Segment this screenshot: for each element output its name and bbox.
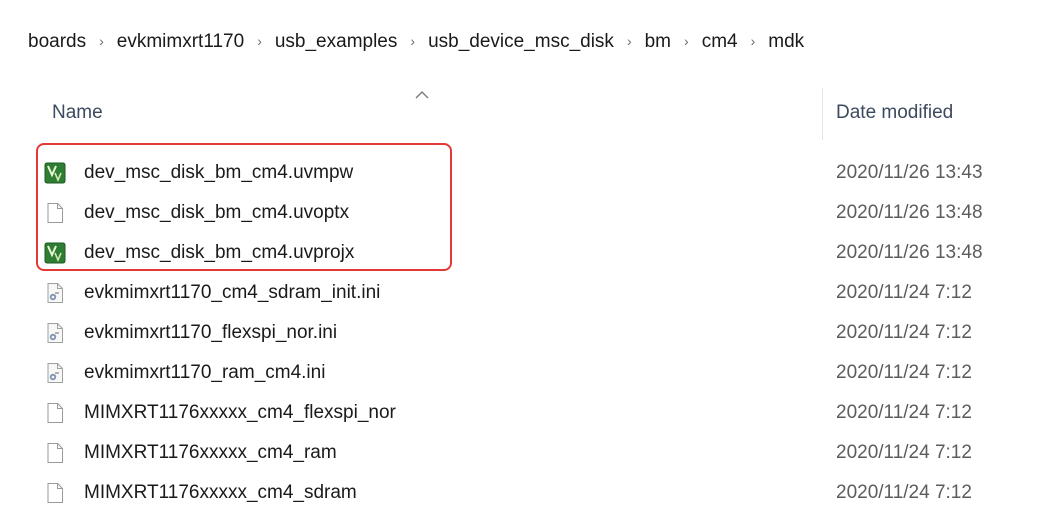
breadcrumb-item-evkmimxrt1170[interactable]: evkmimxrt1170 [117,31,244,53]
file-row[interactable]: dev_msc_disk_bm_cm4.uvoptx 2020/11/26 13:… [0,193,1047,233]
file-date-modified: 2020/11/26 13:48 [836,202,983,223]
file-name[interactable]: dev_msc_disk_bm_cm4.uvoptx [84,202,349,224]
blank-file-icon [44,482,66,504]
breadcrumb-separator-icon: › [684,33,689,49]
blank-file-icon [44,202,66,224]
file-name[interactable]: dev_msc_disk_bm_cm4.uvmpw [84,162,353,184]
file-name[interactable]: MIMXRT1176xxxxx_cm4_sdram [84,482,357,504]
file-date-modified: 2020/11/24 7:12 [836,482,972,503]
file-date-modified: 2020/11/26 13:43 [836,162,983,183]
file-name[interactable]: evkmimxrt1170_cm4_sdram_init.ini [84,282,380,304]
file-list: dev_msc_disk_bm_cm4.uvmpw 2020/11/26 13:4… [0,153,1047,513]
file-row[interactable]: MIMXRT1176xxxxx_cm4_ram 2020/11/24 7:12 [0,433,1047,473]
ini-settings-file-icon [44,322,66,344]
column-header-name[interactable]: Name [52,102,103,124]
breadcrumb-separator-icon: › [750,33,756,49]
column-header-bar: Name Date modified [0,88,1047,140]
breadcrumb-separator-icon: › [410,33,416,49]
file-name[interactable]: evkmimxrt1170_ram_cm4.ini [84,362,325,384]
breadcrumb-item-usb-examples[interactable]: usb_examples [275,31,398,53]
file-date-modified: 2020/11/24 7:12 [836,442,972,463]
file-date-modified: 2020/11/24 7:12 [836,282,972,303]
sort-ascending-icon [415,91,429,99]
file-date-modified: 2020/11/26 13:48 [836,242,983,263]
breadcrumb-separator-icon: › [99,33,104,49]
file-row[interactable]: MIMXRT1176xxxxx_cm4_sdram 2020/11/24 7:12 [0,473,1047,513]
breadcrumb-item-mdk[interactable]: mdk [768,31,804,53]
file-name[interactable]: MIMXRT1176xxxxx_cm4_ram [84,442,337,464]
breadcrumb-item-cm4[interactable]: cm4 [702,31,738,53]
file-row[interactable]: dev_msc_disk_bm_cm4.uvprojx 2020/11/26 13… [0,233,1047,273]
file-date-modified: 2020/11/24 7:12 [836,322,972,343]
keil-uvision-icon [44,162,66,184]
column-header-date-modified[interactable]: Date modified [836,102,953,124]
file-row[interactable]: evkmimxrt1170_ram_cm4.ini 2020/11/24 7:12 [0,353,1047,393]
file-row[interactable]: evkmimxrt1170_flexspi_nor.ini 2020/11/24 … [0,313,1047,353]
file-name[interactable]: evkmimxrt1170_flexspi_nor.ini [84,322,337,344]
breadcrumb-item-usb-device-msc-disk[interactable]: usb_device_msc_disk [428,31,614,53]
keil-uvision-icon [44,242,66,264]
column-resize-handle[interactable] [822,88,823,140]
file-row[interactable]: MIMXRT1176xxxxx_cm4_flexspi_nor 2020/11/2… [0,393,1047,433]
file-name[interactable]: MIMXRT1176xxxxx_cm4_flexspi_nor [84,402,396,424]
ini-settings-file-icon [44,362,66,384]
file-row[interactable]: evkmimxrt1170_cm4_sdram_init.ini 2020/11/… [0,273,1047,313]
breadcrumb-item-bm[interactable]: bm [645,31,671,53]
breadcrumb-separator-icon: › [257,33,262,49]
blank-file-icon [44,442,66,464]
breadcrumb: boards › evkmimxrt1170 › usb_examples › … [0,22,1047,62]
blank-file-icon [44,402,66,424]
file-row[interactable]: dev_msc_disk_bm_cm4.uvmpw 2020/11/26 13:4… [0,153,1047,193]
ini-settings-file-icon [44,282,66,304]
breadcrumb-separator-icon: › [626,33,632,49]
file-date-modified: 2020/11/24 7:12 [836,362,972,383]
breadcrumb-item-boards[interactable]: boards [28,31,86,53]
file-date-modified: 2020/11/24 7:12 [836,402,972,423]
file-name[interactable]: dev_msc_disk_bm_cm4.uvprojx [84,242,354,264]
